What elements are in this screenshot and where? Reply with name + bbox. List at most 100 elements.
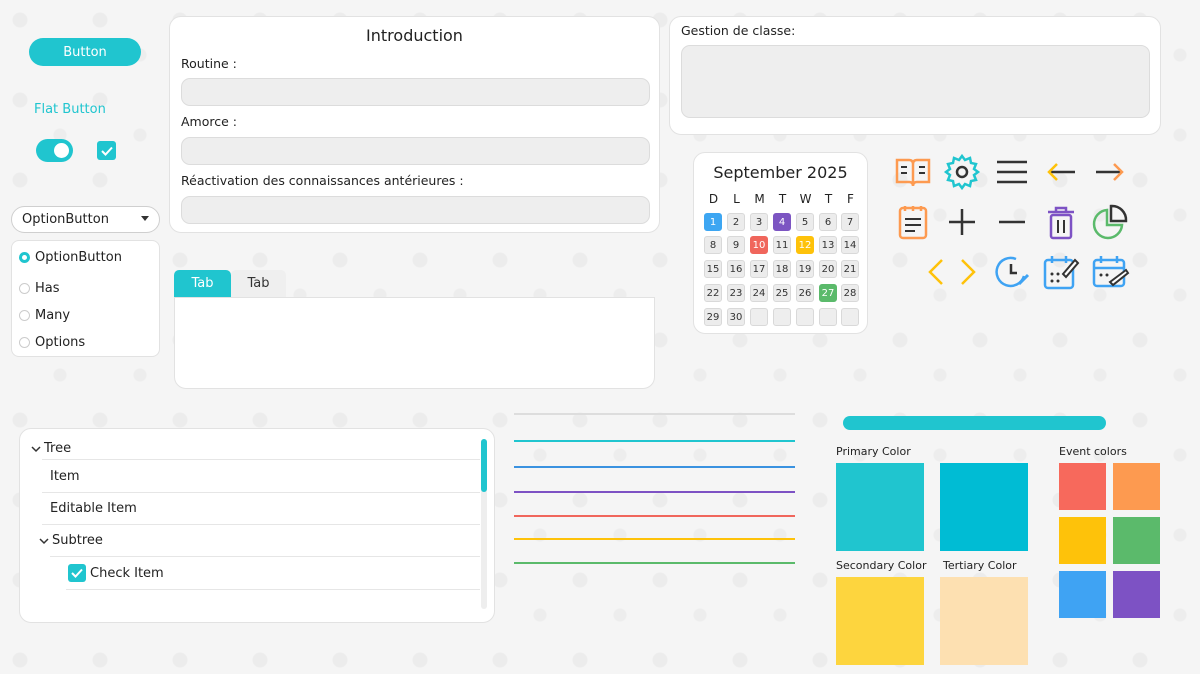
- option-dropdown[interactable]: OptionButton: [11, 206, 160, 233]
- calendar-day[interactable]: 15: [704, 260, 722, 278]
- calendar-day[interactable]: 21: [841, 260, 859, 278]
- calendar-day[interactable]: 25: [773, 284, 791, 302]
- radio-option-many[interactable]: Many: [19, 308, 70, 323]
- calendar-day[interactable]: 27: [819, 284, 837, 302]
- weekday-header: W: [799, 192, 812, 206]
- calendar-day[interactable]: 19: [796, 260, 814, 278]
- calendar: September 2025 D L M T W T F 1 2 3 4 5 6 7 8 9 10 11 12 13 1…: [693, 152, 868, 334]
- scrollbar-thumb[interactable]: [481, 439, 487, 492]
- weekday-header: M: [754, 192, 765, 206]
- caret-down-icon: [141, 216, 149, 221]
- calendar-day[interactable]: 13: [819, 236, 837, 254]
- calendar-day[interactable]: 4: [773, 213, 791, 231]
- gestion-field[interactable]: [681, 45, 1150, 118]
- minus-icon[interactable]: [992, 202, 1032, 246]
- tertiary-color-label: Tertiary Color: [943, 559, 1017, 572]
- calendar-title: September 2025: [713, 163, 848, 182]
- color-line: [514, 538, 795, 540]
- flat-button[interactable]: Flat Button: [34, 102, 106, 117]
- routine-field[interactable]: [181, 78, 650, 106]
- introduction-panel: Introduction Routine : Amorce : Réactiva…: [169, 16, 660, 233]
- calendar-day[interactable]: 29: [704, 308, 722, 326]
- calendar-day[interactable]: 9: [727, 236, 745, 254]
- calendar-day[interactable]: 10: [750, 236, 768, 254]
- tree-check-item-label: Check Item: [90, 565, 164, 581]
- event-color-swatch: [1059, 517, 1106, 564]
- primary-color-label: Primary Color: [836, 445, 911, 458]
- color-line: [514, 440, 795, 442]
- radio-option-optionbutton[interactable]: OptionButton: [19, 250, 122, 265]
- notepad-icon[interactable]: [893, 202, 933, 246]
- trash-icon[interactable]: [1041, 202, 1081, 246]
- calendar-day[interactable]: 22: [704, 284, 722, 302]
- calendar-day[interactable]: 23: [727, 284, 745, 302]
- calendar-day[interactable]: 3: [750, 213, 768, 231]
- calendar-day[interactable]: 12: [796, 236, 814, 254]
- calendar-empty-cell: [841, 308, 859, 326]
- calendar-pen-icon[interactable]: [1090, 252, 1130, 296]
- tree-item[interactable]: Item: [50, 469, 80, 484]
- checkbox[interactable]: [97, 141, 116, 160]
- amorce-field[interactable]: [181, 137, 650, 165]
- event-color-swatch: [1113, 517, 1160, 564]
- gear-icon[interactable]: [942, 152, 982, 196]
- primary-button[interactable]: Button: [29, 38, 141, 66]
- amorce-label: Amorce :: [181, 114, 237, 129]
- tree-view: Tree Item Editable Item Subtree Check It…: [19, 428, 495, 623]
- calendar-day[interactable]: 18: [773, 260, 791, 278]
- plus-icon[interactable]: [942, 202, 982, 246]
- calendar-day[interactable]: 8: [704, 236, 722, 254]
- tab-content: [174, 297, 655, 389]
- tree-root[interactable]: Tree: [30, 441, 71, 456]
- calendar-day[interactable]: 1: [704, 213, 722, 231]
- tertiary-color-swatch: [940, 577, 1028, 665]
- gestion-panel: Gestion de classe:: [669, 16, 1161, 135]
- calendar-day[interactable]: 11: [773, 236, 791, 254]
- calendar-day[interactable]: 6: [819, 213, 837, 231]
- calendar-day[interactable]: 7: [841, 213, 859, 231]
- tree-editable-item[interactable]: Editable Item: [50, 501, 137, 516]
- calendar-day[interactable]: 17: [750, 260, 768, 278]
- weekday-header: L: [733, 192, 740, 206]
- calendar-day[interactable]: 26: [796, 284, 814, 302]
- tab-2[interactable]: Tab: [231, 270, 286, 297]
- event-color-swatch: [1113, 463, 1160, 510]
- calendar-day[interactable]: 14: [841, 236, 859, 254]
- calendar-day[interactable]: 16: [727, 260, 745, 278]
- calendar-day[interactable]: 5: [796, 213, 814, 231]
- reactivation-field[interactable]: [181, 196, 650, 224]
- tree-subtree[interactable]: Subtree: [38, 533, 103, 548]
- chevron-down-icon: [39, 537, 49, 544]
- tree-editable-item-label: Editable Item: [50, 501, 137, 516]
- calendar-day[interactable]: 28: [841, 284, 859, 302]
- calendar-day[interactable]: 24: [750, 284, 768, 302]
- check-icon: [100, 146, 113, 156]
- calendar-day[interactable]: 30: [727, 308, 745, 326]
- radio-icon: [19, 283, 30, 294]
- book-icon[interactable]: [893, 152, 933, 196]
- arrow-left-icon[interactable]: [1041, 152, 1081, 196]
- tree-subtree-label: Subtree: [52, 533, 103, 548]
- menu-icon[interactable]: [992, 152, 1032, 196]
- gestion-label: Gestion de classe:: [681, 23, 796, 38]
- arrow-right-icon[interactable]: [1090, 152, 1130, 196]
- checkbox-checked-icon[interactable]: [68, 564, 86, 582]
- chevron-right-icon[interactable]: [946, 252, 986, 296]
- calendar-day[interactable]: 2: [727, 213, 745, 231]
- tab-1[interactable]: Tab: [174, 270, 231, 297]
- toggle-switch[interactable]: [36, 139, 73, 162]
- calendar-empty-cell: [819, 308, 837, 326]
- tree-check-item[interactable]: Check Item: [68, 564, 164, 582]
- color-line: [514, 491, 795, 493]
- event-color-swatch: [1059, 571, 1106, 618]
- color-line: [514, 466, 795, 468]
- tree-root-label: Tree: [44, 441, 72, 456]
- radio-option-options[interactable]: Options: [19, 335, 85, 350]
- clock-edit-icon[interactable]: [992, 252, 1032, 296]
- calendar-day[interactable]: 20: [819, 260, 837, 278]
- radio-option-has[interactable]: Has: [19, 281, 60, 296]
- radio-label: Options: [35, 335, 86, 350]
- pie-chart-icon[interactable]: [1090, 202, 1130, 246]
- calendar-edit-icon[interactable]: [1041, 252, 1081, 296]
- color-line: [514, 413, 795, 415]
